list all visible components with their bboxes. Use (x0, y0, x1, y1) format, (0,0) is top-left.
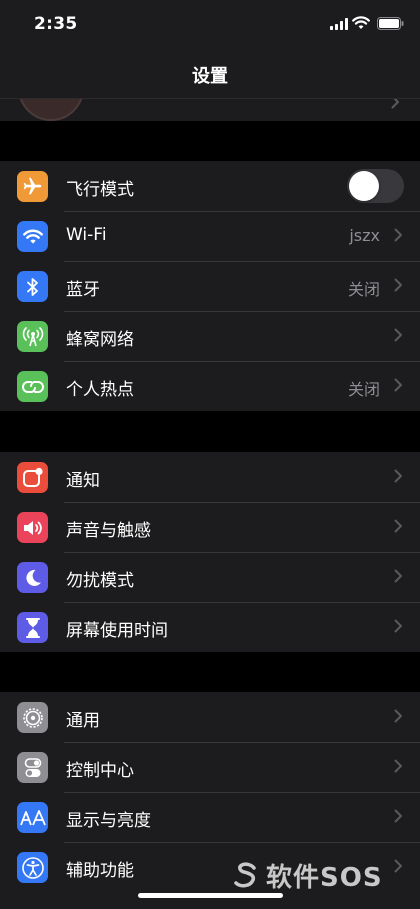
row-airplane-mode[interactable]: 飞行模式 (0, 161, 420, 211)
chevron-right-icon (394, 859, 402, 873)
moon-icon (17, 562, 48, 593)
watermark-text: 软件SOS (266, 863, 383, 893)
row-control-center[interactable]: 控制中心 (0, 742, 420, 792)
status-time: 2:35 (34, 14, 78, 34)
wifi-label: Wi-Fi (66, 225, 107, 245)
chevron-right-icon (394, 809, 402, 823)
bluetooth-value: 关闭 (347, 280, 380, 299)
chevron-right-icon (394, 519, 402, 533)
row-sounds-haptics[interactable]: 声音与触感 (0, 502, 420, 552)
row-display-brightness[interactable]: 显示与亮度 (0, 792, 420, 842)
row-bluetooth[interactable]: 蓝牙 关闭 (0, 261, 420, 311)
settings-group-notifications: 通知 声音与触感 勿扰模式 屏幕使用时间 (0, 452, 420, 652)
cellular-signal-icon (330, 18, 348, 30)
chevron-right-icon (394, 378, 402, 392)
control-center-label: 控制中心 (66, 761, 134, 781)
navigation-bar: 设置 (0, 50, 420, 99)
accessibility-icon (17, 852, 48, 883)
avatar (18, 99, 84, 121)
bluetooth-icon (17, 271, 48, 302)
row-do-not-disturb[interactable]: 勿扰模式 (0, 552, 420, 602)
airplane-mode-label: 飞行模式 (66, 180, 134, 200)
status-bar: 2:35 (0, 0, 420, 50)
airplane-icon (17, 171, 48, 202)
row-notifications[interactable]: 通知 (0, 452, 420, 502)
switches-icon (17, 752, 48, 783)
gear-icon (17, 702, 48, 733)
settings-group-connectivity: 飞行模式 Wi-Fi jszx 蓝牙 关闭 蜂窝网络 个人热点 关闭 (0, 161, 420, 411)
chevron-right-icon (394, 328, 402, 342)
notification-icon (17, 462, 48, 493)
screen-time-label: 屏幕使用时间 (66, 621, 168, 641)
wifi-status-icon (352, 16, 370, 29)
page-title: 设置 (192, 66, 228, 87)
airplane-mode-toggle[interactable] (347, 169, 404, 203)
antenna-icon (17, 321, 48, 352)
watermark-logo-icon (234, 861, 256, 887)
chevron-right-icon (391, 99, 399, 109)
bluetooth-label: 蓝牙 (66, 280, 100, 300)
row-screen-time[interactable]: 屏幕使用时间 (0, 602, 420, 652)
row-general[interactable]: 通用 (0, 692, 420, 742)
personal-hotspot-value: 关闭 (347, 380, 380, 399)
accessibility-label: 辅助功能 (66, 861, 134, 881)
do-not-disturb-label: 勿扰模式 (66, 571, 134, 591)
watermark: 软件SOS (230, 857, 383, 894)
wifi-value: jszx (349, 226, 380, 245)
chevron-right-icon (394, 469, 402, 483)
chevron-right-icon (394, 619, 402, 633)
chevron-right-icon (394, 228, 402, 242)
personal-hotspot-label: 个人热点 (66, 380, 134, 400)
profile-row[interactable] (0, 99, 420, 121)
cellular-label: 蜂窝网络 (66, 330, 134, 350)
toggle-knob (349, 171, 379, 201)
speaker-icon (17, 512, 48, 543)
chevron-right-icon (394, 759, 402, 773)
row-cellular[interactable]: 蜂窝网络 (0, 311, 420, 361)
sounds-haptics-label: 声音与触感 (66, 521, 151, 541)
row-wifi[interactable]: Wi-Fi jszx (0, 211, 420, 261)
wifi-icon (17, 221, 48, 252)
hourglass-icon (17, 612, 48, 643)
battery-icon (377, 17, 404, 30)
chevron-right-icon (394, 569, 402, 583)
display-brightness-label: 显示与亮度 (66, 811, 151, 831)
notifications-label: 通知 (66, 471, 100, 491)
hotspot-icon (17, 371, 48, 402)
chevron-right-icon (394, 709, 402, 723)
row-personal-hotspot[interactable]: 个人热点 关闭 (0, 361, 420, 411)
home-indicator[interactable] (138, 893, 283, 898)
text-size-icon (17, 802, 48, 833)
chevron-right-icon (394, 278, 402, 292)
general-label: 通用 (66, 711, 100, 731)
